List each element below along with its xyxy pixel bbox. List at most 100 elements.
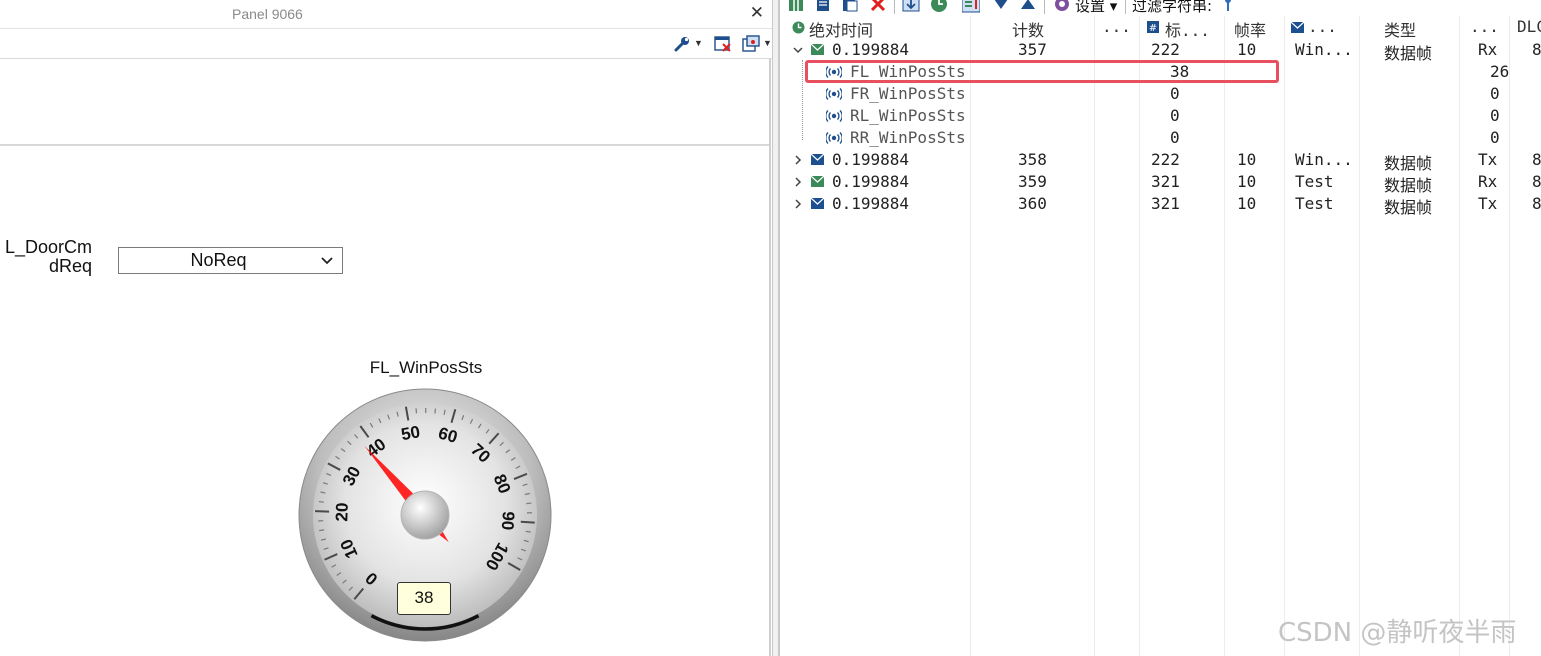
header-collapsed-1[interactable]: ...: [1102, 17, 1131, 36]
row-identifier: 321: [1151, 172, 1180, 191]
arrow-down-icon[interactable]: [992, 0, 1010, 14]
clock-icon[interactable]: [930, 0, 948, 14]
gauge-hub: [400, 490, 450, 540]
gauge-scale-label: 50: [400, 422, 422, 444]
gauge-value-display: 38: [397, 582, 451, 615]
svg-text:#: #: [1149, 23, 1157, 33]
trace-window: 设置 ▾ 过滤字符串: 绝对时间 计数 ... # 标... 帧率 ... 类型…: [781, 0, 1541, 656]
sort-icon[interactable]: [962, 0, 980, 14]
copy-icon[interactable]: [841, 0, 859, 14]
wrench-icon[interactable]: [673, 35, 691, 53]
row-dlc: 8: [1532, 150, 1541, 169]
chevron-down-icon: [321, 257, 333, 265]
header-identifier[interactable]: 标...: [1165, 17, 1210, 41]
gauge-minor-tick: [526, 502, 532, 505]
chevron-right-icon[interactable]: [793, 177, 803, 187]
header-direction[interactable]: ...: [1470, 17, 1499, 36]
header-rate[interactable]: 帧率: [1234, 17, 1266, 41]
row-direction: Rx: [1478, 40, 1498, 59]
clock-icon: [792, 21, 805, 34]
row-type: 数据帧: [1384, 44, 1433, 63]
message-icon: [811, 176, 824, 187]
row-dlc: 8: [1532, 172, 1541, 191]
header-dlc[interactable]: DLC: [1517, 17, 1541, 36]
row-time: 0.199884: [832, 194, 910, 213]
signal-highlight-box: [805, 60, 1279, 83]
row-dlc: 8: [1532, 194, 1541, 213]
row-rate: 10: [1237, 150, 1257, 169]
signal-raw: 0: [1490, 84, 1500, 103]
row-identifier: 222: [1151, 40, 1180, 59]
columns-icon[interactable]: [787, 0, 805, 14]
gauge-minor-tick: [525, 530, 531, 533]
chevron-down-icon[interactable]: [793, 45, 803, 55]
remove-window-icon[interactable]: [714, 35, 732, 53]
row-direction: Tx: [1478, 194, 1498, 213]
row-identifier: 222: [1151, 150, 1180, 169]
gauge-title: FL_WinPosSts: [369, 358, 483, 377]
gauge-scale-label: 20: [332, 502, 352, 522]
row-count: 359: [1018, 172, 1047, 191]
document-icon[interactable]: [814, 0, 832, 14]
signal-icon: [826, 132, 842, 144]
row-rate: 10: [1237, 40, 1257, 59]
row-count: 358: [1018, 150, 1047, 169]
header-absolute-time[interactable]: 绝对时间: [809, 17, 873, 41]
panel-toolbar: ▼ ▼: [0, 29, 772, 59]
header-name[interactable]: ...: [1308, 17, 1337, 36]
column-divider: [1284, 16, 1285, 656]
column-divider: [1359, 16, 1360, 656]
toolbar-separator: [1125, 0, 1126, 14]
message-icon: [1291, 22, 1304, 33]
row-type: 数据帧: [1384, 198, 1433, 217]
delete-icon[interactable]: [869, 0, 887, 14]
row-time: 0.199884: [832, 172, 910, 191]
signal-raw: 26: [1490, 62, 1510, 81]
scroll-down-icon[interactable]: [902, 0, 920, 14]
row-time: 0.199884: [832, 40, 910, 59]
panel-title: Panel 9066: [232, 6, 303, 22]
row-rate: 10: [1237, 172, 1257, 191]
column-divider: [1459, 16, 1460, 656]
settings-menu[interactable]: 设置 ▾: [1075, 0, 1117, 16]
header-type[interactable]: 类型: [1384, 17, 1416, 41]
row-name: Win...: [1295, 40, 1353, 59]
window-settings-icon[interactable]: [742, 35, 760, 53]
row-type: 数据帧: [1384, 176, 1433, 195]
filter-pin-icon[interactable]: [1219, 0, 1237, 14]
row-identifier: 321: [1151, 194, 1180, 213]
header-count[interactable]: 计数: [1012, 17, 1044, 41]
signal-name: FR_WinPosSts: [850, 84, 966, 103]
panel-window: Panel 9066 ✕ ▼ ▼ L_DoorCm dReq NoReq FL_…: [0, 0, 772, 656]
signal-value: 0: [1170, 106, 1180, 125]
tree-guide: [802, 60, 803, 140]
arrow-up-icon[interactable]: [1019, 0, 1037, 14]
panel-divider: [0, 144, 770, 146]
message-icon: [811, 198, 824, 209]
gauge-scale-label: 90: [498, 511, 518, 531]
chevron-right-icon[interactable]: [793, 155, 803, 165]
door-cmd-label-line1: L_DoorCm: [4, 237, 92, 257]
gear-icon[interactable]: [1053, 0, 1071, 14]
toolbar-separator: [1044, 0, 1045, 14]
column-divider: [1139, 16, 1140, 656]
row-rate: 10: [1237, 194, 1257, 213]
signal-icon: [826, 110, 842, 122]
signal-name: RR_WinPosSts: [850, 128, 966, 147]
gauge-minor-tick: [319, 529, 325, 532]
message-icon: [811, 154, 824, 165]
row-direction: Tx: [1478, 150, 1498, 169]
door-cmd-dropdown[interactable]: NoReq: [118, 247, 343, 274]
signal-value: 0: [1170, 128, 1180, 147]
chevron-down-icon[interactable]: ▼: [694, 38, 703, 48]
row-time: 0.199884: [832, 150, 910, 169]
pane-splitter[interactable]: [772, 0, 780, 656]
column-divider: [1094, 16, 1095, 656]
close-icon[interactable]: ✕: [750, 3, 764, 23]
row-type: 数据帧: [1384, 154, 1433, 173]
signal-name: RL_WinPosSts: [850, 106, 966, 125]
row-count: 360: [1018, 194, 1047, 213]
signal-raw: 0: [1490, 106, 1500, 125]
chevron-right-icon[interactable]: [793, 199, 803, 209]
chevron-down-icon[interactable]: ▼: [763, 38, 772, 48]
